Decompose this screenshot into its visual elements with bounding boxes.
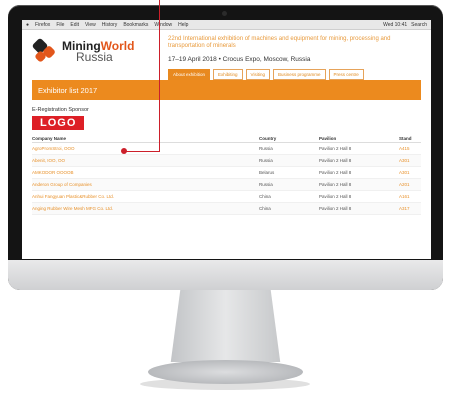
monitor-chin (8, 260, 443, 290)
header-pavilion: Pavilion (319, 135, 399, 143)
stand-link[interactable]: A415 (399, 142, 421, 155)
country-cell: Russia (259, 154, 319, 167)
menubar-item[interactable]: History (102, 22, 118, 28)
header-company: Company Name (32, 135, 259, 143)
country-cell: China (259, 190, 319, 203)
callout-line-horizontal (124, 151, 160, 152)
nav-press-centre[interactable]: Press centre (328, 69, 364, 80)
page-title-banner: Exhibitor list 2017 (32, 80, 421, 100)
header-stand: Stand (399, 135, 421, 143)
country-cell: Russia (259, 178, 319, 191)
callout-line-vertical (159, 0, 160, 151)
sponsor-logo[interactable]: LOGO (32, 116, 85, 130)
apple-icon[interactable]: ● (26, 22, 29, 28)
stand-link[interactable]: A161 (399, 190, 421, 203)
menubar-item[interactable]: View (85, 22, 96, 28)
gear-logo-icon (31, 37, 58, 64)
monitor-base (148, 360, 303, 384)
exhibitor-table: Company Name Country Pavilion Stand Agro… (32, 135, 421, 215)
menubar-item[interactable]: Window (154, 22, 172, 28)
country-cell: Belarus (259, 166, 319, 179)
pavilion-cell: Pavilion 2 Hall 8 (319, 178, 399, 191)
company-link[interactable]: Abenit, IOO, OO (32, 154, 259, 167)
company-link[interactable]: Anging Rubber Wire Mesh MFG Co. Ltd. (32, 202, 259, 215)
site-header: MiningWorld Russia 22nd International ex… (31, 34, 421, 80)
pavilion-cell: Pavilion 2 Hall 8 (319, 142, 399, 155)
company-link[interactable]: AgroPromStroi, OOO (32, 142, 259, 155)
stand-link[interactable]: A301 (399, 154, 421, 167)
header-country: Country (259, 135, 319, 143)
menubar-item[interactable]: Bookmarks (123, 22, 148, 28)
header-info: 22nd International exhibition of machine… (168, 34, 421, 80)
menubar-item[interactable]: File (56, 22, 64, 28)
pavilion-cell: Pavilion 2 Hall 8 (319, 154, 399, 167)
menubar-item[interactable]: Edit (70, 22, 79, 28)
website: MiningWorld Russia 22nd International ex… (22, 30, 431, 219)
company-link[interactable]: Anderon Group of Companies (32, 178, 259, 191)
pavilion-cell: Pavilion 2 Hall 8 (319, 202, 399, 215)
menubar-item[interactable]: Help (178, 22, 188, 28)
sponsor-label: E-Registration Sponsor (32, 107, 89, 113)
os-menubar: ● Firefox File Edit View History Bookmar… (22, 20, 431, 30)
nav-about[interactable]: About exhibition (168, 69, 211, 80)
stand-link[interactable]: A201 (399, 178, 421, 191)
table-row: AgroPromStroi, OOO Russia Pavilion 2 Hal… (32, 142, 421, 155)
brand-word-3: Russia (76, 49, 113, 64)
screen: ● Firefox File Edit View History Bookmar… (22, 20, 431, 259)
menubar-item[interactable]: Firefox (35, 22, 50, 28)
nav-visiting[interactable]: Visiting (245, 69, 270, 80)
country-cell: Russia (259, 142, 319, 155)
country-cell: China (259, 202, 319, 215)
brand-name: MiningWorld Russia (62, 40, 134, 63)
main-nav: About exhibition Exhibiting Visiting Bus… (168, 69, 421, 80)
camera-icon (222, 11, 227, 16)
pavilion-cell: Pavilion 2 Hall 8 (319, 166, 399, 179)
pavilion-cell: Pavilion 2 Hall 8 (319, 190, 399, 203)
nav-exhibiting[interactable]: Exhibiting (213, 69, 243, 80)
menubar-clock: Wed 10:41 (383, 21, 408, 28)
callout-dot (121, 148, 127, 154)
table-row: Anging Rubber Wire Mesh MFG Co. Ltd. Chi… (32, 202, 421, 215)
company-link[interactable]: Anhui Fangyuan Plastic&Rubber Co. Ltd. (32, 190, 259, 203)
exhibition-dates: 17–19 April 2018 • Crocus Expo, Moscow, … (168, 56, 311, 63)
site-logo[interactable]: MiningWorld Russia (31, 37, 152, 64)
table-row: Anhui Fangyuan Plastic&Rubber Co. Ltd. C… (32, 190, 421, 203)
table-row: AMKODOR OOOOB Belarus Pavilion 2 Hall 8 … (32, 166, 421, 179)
table-header-row: Company Name Country Pavilion Stand (32, 135, 421, 143)
nav-business-programme[interactable]: Business programme (272, 69, 326, 80)
menubar-search[interactable]: Search (411, 22, 427, 28)
monitor-stand (170, 290, 281, 362)
stand-link[interactable]: A301 (399, 166, 421, 179)
stand-link[interactable]: A317 (399, 202, 421, 215)
exhibition-title: 22nd International exhibition of machine… (168, 36, 391, 49)
table-row: Anderon Group of Companies Russia Pavili… (32, 178, 421, 191)
table-row: Abenit, IOO, OO Russia Pavilion 2 Hall 8… (32, 154, 421, 167)
company-link[interactable]: AMKODOR OOOOB (32, 166, 259, 179)
